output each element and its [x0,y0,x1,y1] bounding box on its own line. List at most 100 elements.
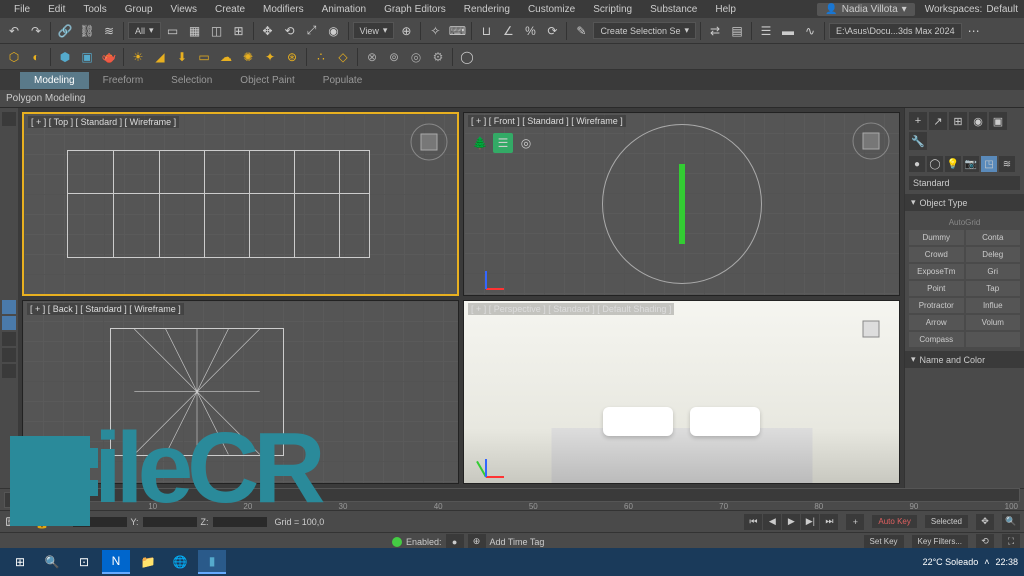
unlink-button[interactable]: ⛓ [77,21,97,41]
link-button[interactable]: 🔗 [55,21,75,41]
deflector-button[interactable]: ◇ [333,47,353,67]
key-mode-button[interactable]: + [846,514,864,530]
name-color-rollout[interactable]: ▾ Name and Color [905,351,1024,368]
light-sky-button[interactable]: ☁ [216,47,236,67]
shapes-icon[interactable]: ◯ [927,156,943,172]
goto-end-button[interactable]: ⏭ [820,514,838,530]
render-button[interactable]: 🫖 [99,47,119,67]
cameras-icon[interactable]: 📷 [963,156,979,172]
add-time-tag[interactable]: Add Time Tag [490,537,545,547]
ref-coord-system[interactable]: View ▾ [353,22,395,39]
mirror-button[interactable]: ⇄ [705,21,725,41]
delegate-button[interactable]: Deleg [966,247,1021,262]
schematic-view-button[interactable]: ⬡ [4,47,24,67]
system-tray[interactable]: 22°C Soleado ˄ 22:38 [923,557,1018,567]
viewport-top-label[interactable]: [ + ] [ Top ] [ Standard ] [ Wireframe ] [28,116,179,128]
weather-widget[interactable]: 22°C Soleado [923,557,979,567]
ribbon-tab-populate[interactable]: Populate [309,72,376,89]
lights-icon[interactable]: 💡 [945,156,961,172]
percent-snap-button[interactable]: % [520,21,540,41]
compass-button[interactable]: Compass [909,332,964,347]
object-type-rollout[interactable]: ▾ Object Type [905,194,1024,211]
viewport-back-label[interactable]: [ + ] [ Back ] [ Standard ] [ Wireframe … [27,303,184,315]
light-spot-button[interactable]: ◢ [150,47,170,67]
viewcube-icon[interactable] [409,122,449,162]
redo-button[interactable]: ↷ [26,21,46,41]
light-photometric-button[interactable]: ✦ [260,47,280,67]
create-tab-button[interactable]: + [909,112,927,130]
strip-tool-b-button[interactable] [2,348,16,362]
z-field[interactable] [213,517,267,527]
crowd-button[interactable]: Crowd [909,247,964,262]
rotate-button[interactable]: ⟲ [280,21,300,41]
snap-toggle-button[interactable]: ⊔ [476,21,496,41]
viewport-front[interactable]: [ + ] [ Front ] [ Standard ] [ Wireframe… [463,112,900,296]
window-crossing-button[interactable]: ⊞ [229,21,249,41]
time-slider[interactable] [56,488,1020,502]
hierarchy-tab-button[interactable]: ⊞ [949,112,967,130]
ribbon-tab-modeling[interactable]: Modeling [20,72,89,89]
taskbar-explorer[interactable]: 📁 [134,550,162,574]
viewport-front-label[interactable]: [ + ] [ Front ] [ Standard ] [ Wireframe… [468,115,626,127]
helpers-button[interactable]: ◎ [406,47,426,67]
menu-group[interactable]: Group [117,2,161,17]
display-tab-button[interactable]: ▣ [989,112,1007,130]
strip-tool-c-button[interactable] [2,364,16,378]
menu-file[interactable]: File [6,2,38,17]
arrow-button[interactable]: Arrow [909,315,964,330]
motion-tab-button[interactable]: ◉ [969,112,987,130]
play-button[interactable]: ▶ [782,514,800,530]
viewport-back[interactable]: [ + ] [ Back ] [ Standard ] [ Wireframe … [22,300,459,484]
render-frame-button[interactable]: ▣ [77,47,97,67]
scale-button[interactable]: ⤢ [302,21,322,41]
category-dropdown[interactable]: Standard [909,176,1020,190]
utilities-tab-button[interactable]: 🔧 [909,132,927,150]
ribbon-tab-object-paint[interactable]: Object Paint [226,72,308,89]
menu-create[interactable]: Create [207,2,253,17]
layer-explorer-button[interactable]: ☰ [756,21,776,41]
dummy-button[interactable]: Dummy [909,230,964,245]
nav-zoom-button[interactable]: 🔍 [1002,514,1020,530]
menu-tools[interactable]: Tools [75,2,114,17]
exposetm-button[interactable]: ExposeTm [909,264,964,279]
select-button[interactable]: ▭ [163,21,183,41]
strip-expand-button[interactable] [2,112,16,126]
menu-graph-editors[interactable]: Graph Editors [376,2,454,17]
goto-start-button[interactable]: ⏮ [744,514,762,530]
use-pivot-button[interactable]: ⊕ [396,21,416,41]
settings-button[interactable]: ⚙ [428,47,448,67]
search-button[interactable]: 🔍 [38,550,66,574]
taskbar-3dsmax[interactable]: ▮ [198,550,226,574]
selected-dropdown[interactable]: Selected [925,515,968,528]
light-distribute-button[interactable]: ⊛ [282,47,302,67]
light-direct-button[interactable]: ⬇ [172,47,192,67]
prev-frame-button[interactable]: ◀ [763,514,781,530]
geometry-icon[interactable]: ● [909,156,925,172]
start-button[interactable]: ⊞ [6,550,34,574]
align-button[interactable]: ▤ [727,21,747,41]
menu-help[interactable]: Help [707,2,744,17]
viewport-persp-label[interactable]: [ + ] [ Perspective ] [ Standard ] [ Def… [468,303,674,315]
container-button[interactable]: Conta [966,230,1021,245]
light-area-button[interactable]: ▭ [194,47,214,67]
path-more-button[interactable]: ⋯ [964,21,984,41]
strip-tool-a-button[interactable] [2,332,16,346]
spacewarps-icon[interactable]: ≋ [999,156,1015,172]
tape-button[interactable]: Tap [966,281,1021,296]
spinner-snap-button[interactable]: ⟳ [542,21,562,41]
render-setup-button[interactable]: ⬢ [55,47,75,67]
nav-pan-button[interactable]: ✥ [976,514,994,530]
vp-tool-list-icon[interactable]: ☰ [493,133,513,153]
angle-snap-button[interactable]: ∠ [498,21,518,41]
strip-display-button[interactable] [2,300,16,314]
protractor-button[interactable]: Protractor [909,298,964,313]
auto-key-button[interactable]: Auto Key [872,515,916,528]
selection-filter[interactable]: All ▾ [128,22,161,39]
menu-modifiers[interactable]: Modifiers [255,2,312,17]
select-manipulate-button[interactable]: ✧ [425,21,445,41]
vp-tool-target-icon[interactable]: ◎ [516,133,536,153]
set-key-button[interactable]: Set Key [864,535,904,548]
modify-tab-button[interactable]: ↗ [929,112,947,130]
x-field[interactable] [73,517,127,527]
grid-button[interactable]: Gri [966,264,1021,279]
